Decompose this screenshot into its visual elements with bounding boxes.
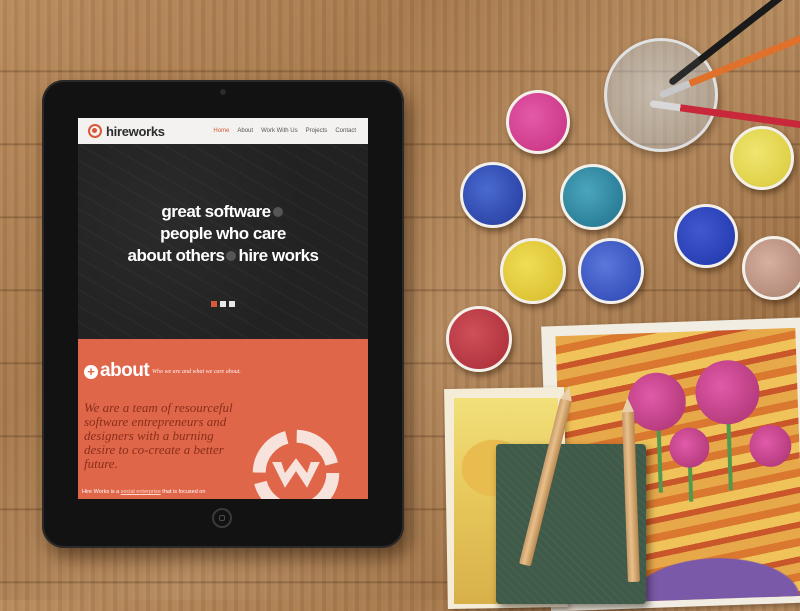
nav-home[interactable]: Home — [213, 128, 229, 134]
paint-cup-red — [446, 306, 512, 372]
about-section: + about Who we are and what we care abou… — [78, 339, 368, 499]
nav-contact[interactable]: Contact — [335, 128, 356, 134]
about-footnote: Hire Works is a social enterprise that i… — [82, 489, 205, 495]
paint-cup-yellow — [500, 238, 566, 304]
hireworks-logo-icon[interactable] — [88, 124, 102, 138]
paint-cup-blue-3 — [674, 204, 738, 268]
hero-line-3b-text: hire works — [238, 246, 319, 265]
tablet-screen: hireworks Home About Work With Us Projec… — [78, 118, 368, 499]
paint-cup-blue — [460, 162, 526, 228]
about-title: about — [100, 360, 150, 381]
plus-circle-icon: + — [84, 365, 98, 379]
hero-line-3a-text: about others — [127, 246, 225, 265]
slider-dot-1[interactable] — [211, 301, 217, 307]
tablet: hireworks Home About Work With Us Projec… — [42, 80, 404, 548]
nav-links: Home About Work With Us Projects Contact — [213, 128, 356, 134]
flower — [626, 371, 687, 432]
flower — [694, 359, 761, 426]
hero-line-1: great software — [78, 202, 368, 222]
nav-projects[interactable]: Projects — [306, 128, 328, 134]
nav-about[interactable]: About — [237, 128, 253, 134]
hero-line-3: about others hire works — [78, 246, 368, 266]
paint-cup-magenta — [506, 90, 570, 154]
plus-dot-icon — [272, 206, 283, 217]
slider-dots — [211, 301, 235, 307]
about-foot-end: that is focused on — [160, 489, 206, 495]
flower — [668, 426, 711, 469]
hero-line-2: people who care — [160, 224, 286, 243]
about-subtitle: Who we are and what we care about. — [152, 369, 241, 375]
nav-work-with-us[interactable]: Work With Us — [261, 128, 298, 134]
slider-dot-3[interactable] — [229, 301, 235, 307]
paint-cup-lemon — [730, 126, 794, 190]
about-foot-start: Hire Works is a — [82, 489, 121, 495]
slider-dot-2[interactable] — [220, 301, 226, 307]
hero-banner: great software people who care about oth… — [78, 144, 368, 339]
front-camera — [220, 89, 226, 95]
plus-dot-icon — [226, 250, 237, 261]
flower — [748, 424, 793, 468]
social-enterprise-link[interactable]: social enterprise — [121, 489, 161, 495]
hireworks-emblem-icon — [252, 429, 340, 499]
home-button[interactable] — [212, 508, 232, 528]
site-nav: hireworks Home About Work With Us Projec… — [78, 118, 368, 144]
site-brand[interactable]: hireworks — [106, 124, 165, 139]
paint-cup-blue-2 — [578, 238, 644, 304]
paint-cup-tan — [742, 236, 800, 300]
paint-cup-teal — [560, 164, 626, 230]
hero-line-1-text: great software — [161, 202, 271, 221]
about-body: We are a team of resourceful software en… — [84, 400, 233, 471]
